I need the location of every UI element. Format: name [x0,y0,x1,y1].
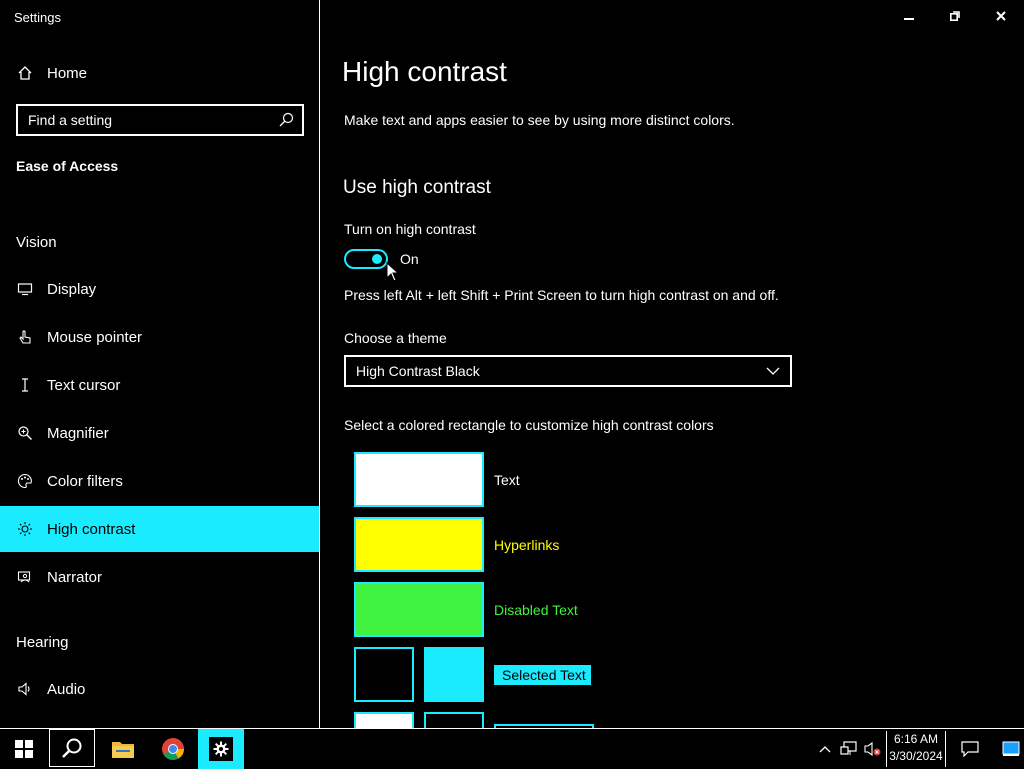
text-color-swatch[interactable] [354,452,484,507]
action-center-button[interactable] [950,729,990,769]
shortcut-text: Press left Alt + left Shift + Print Scre… [344,287,779,303]
customize-text: Select a colored rectangle to customize … [344,417,714,433]
selected-text-swatch[interactable] [424,647,484,702]
close-button[interactable] [978,0,1024,32]
sidebar-item-mouse-pointer[interactable]: Mouse pointer [0,314,319,360]
selected-text-label: Selected Text [494,665,591,685]
chrome-button[interactable] [150,729,196,769]
button-text-swatch[interactable] [354,712,414,728]
selected-background-swatch[interactable] [354,647,414,702]
section-title: Use high contrast [343,177,491,198]
close-icon [996,11,1006,21]
minimize-icon [904,18,914,20]
speaker-icon [16,680,34,698]
sidebar-item-magnifier[interactable]: Magnifier [0,410,319,456]
sidebar-item-label: Mouse pointer [47,328,143,346]
sidebar-item-label: Color filters [47,472,123,490]
hyperlinks-color-swatch[interactable] [354,517,484,572]
show-desktop-button[interactable] [998,729,1024,769]
toggle-knob [372,254,382,264]
theme-dropdown-value: High Contrast Black [356,363,480,379]
search-input[interactable]: Find a setting [18,112,278,128]
vision-header: Vision [16,234,57,251]
sidebar-item-label: Home [47,64,88,82]
palette-icon [16,472,34,490]
clock-time: 6:16 AM [893,732,939,746]
clock[interactable]: 6:16 AM 3/30/2024 [886,731,946,767]
gear-icon [209,737,233,761]
desktop-icon [1002,741,1020,756]
theme-label: Choose a theme [344,330,447,346]
windows-logo-icon [15,740,33,758]
sidebar-item-home[interactable]: Home [0,50,319,96]
button-background-swatch[interactable] [424,712,484,728]
narrator-icon [16,568,34,586]
sidebar-item-label: High contrast [47,520,136,538]
sidebar-item-text-cursor[interactable]: Text cursor [0,362,319,408]
text-cursor-icon [16,376,34,394]
search-icon[interactable] [278,112,294,128]
network-icon [840,741,857,755]
taskbar: 6:16 AM 3/30/2024 [0,728,1024,769]
sidebar-item-label: Narrator [47,568,103,586]
page-title: High contrast [342,56,507,87]
sidebar-item-color-filters[interactable]: Color filters [0,458,319,504]
restore-icon [950,11,960,21]
mouse-cursor-icon [386,262,400,282]
magnifier-icon [16,424,34,442]
sun-icon [16,520,34,538]
hearing-header: Hearing [16,634,69,651]
toggle-label: Turn on high contrast [344,221,476,237]
home-icon [16,64,34,82]
volume-button[interactable] [862,729,884,769]
high-contrast-toggle[interactable] [344,249,388,269]
sidebar-item-label: Magnifier [47,424,109,442]
folder-icon [112,742,134,758]
hyperlinks-color-label: Hyperlinks [494,537,560,553]
disabled-color-label: Disabled Text [494,602,578,618]
network-button[interactable] [838,729,860,769]
monitor-icon [16,280,34,298]
notification-icon [961,741,979,757]
sidebar-item-high-contrast[interactable]: High contrast [0,506,319,552]
minimize-button[interactable] [886,0,932,32]
page-description: Make text and apps easier to see by usin… [344,112,735,128]
sidebar-item-label: Display [47,280,97,298]
sidebar-item-narrator[interactable]: Narrator [0,554,319,600]
sidebar-item-audio[interactable]: Audio [0,666,319,712]
clock-date: 3/30/2024 [889,749,943,763]
search-icon [62,738,82,758]
hand-pointer-icon [16,328,34,346]
start-button[interactable] [0,729,48,769]
sidebar-item-label: Text cursor [47,376,121,394]
settings-taskbar-button[interactable] [198,729,244,769]
chrome-icon [162,738,184,760]
volume-muted-icon [864,741,881,757]
show-hidden-icons-button[interactable] [814,729,836,769]
file-explorer-button[interactable] [100,729,146,769]
restore-button[interactable] [932,0,978,32]
chevron-down-icon [766,367,780,375]
theme-dropdown[interactable]: High Contrast Black [344,355,792,387]
disabled-color-swatch[interactable] [354,582,484,637]
taskbar-search-button[interactable] [49,729,95,767]
sidebar: Settings Home Find a setting Ease of Acc… [0,0,320,728]
text-color-label: Text [494,472,520,488]
sidebar-item-display[interactable]: Display [0,266,319,312]
chevron-up-icon [819,746,831,753]
category-title: Ease of Access [16,158,119,174]
toggle-state: On [400,251,419,267]
window-title: Settings [14,10,61,25]
search-box[interactable]: Find a setting [16,104,304,136]
sidebar-item-label: Audio [47,680,86,698]
